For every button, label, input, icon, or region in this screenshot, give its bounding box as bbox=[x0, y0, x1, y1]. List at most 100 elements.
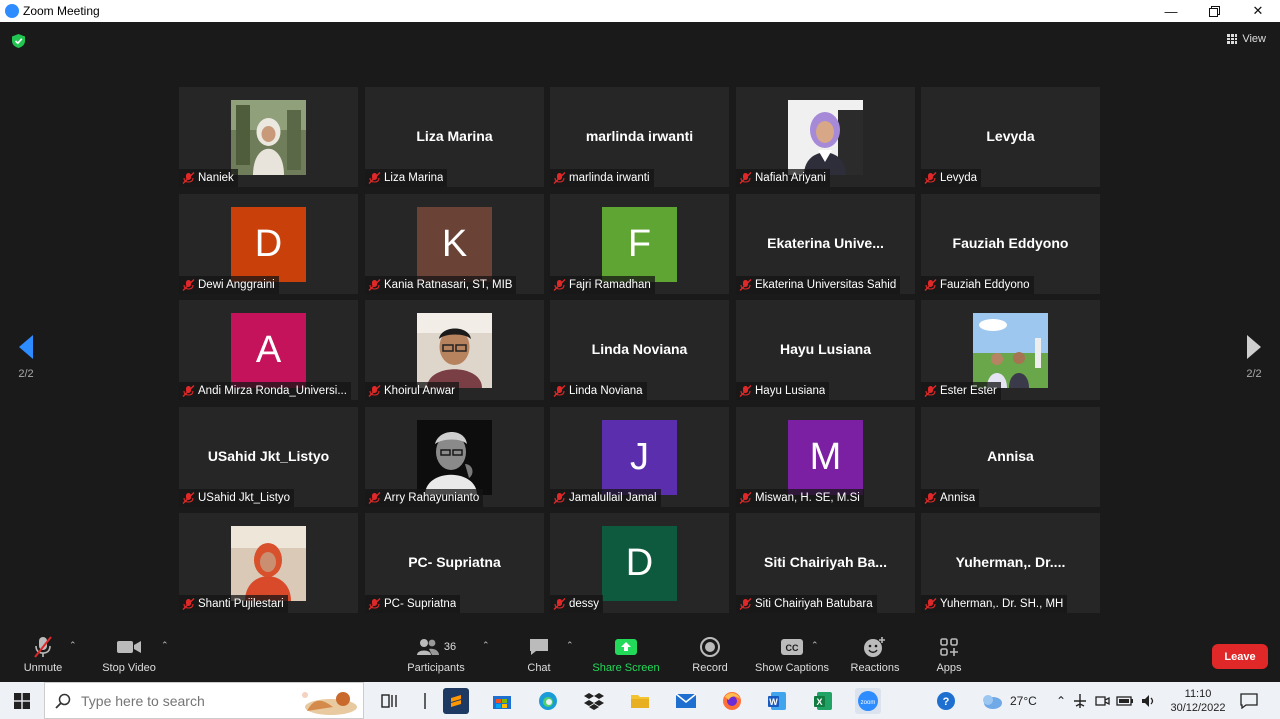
audio-options-caret[interactable]: ⌃ bbox=[69, 640, 77, 651]
volume-speaker-icon[interactable] bbox=[1140, 693, 1156, 709]
participant-name-label: Arry Rahayunianto bbox=[365, 489, 484, 507]
participant-name-label: Ester Ester bbox=[921, 382, 1001, 400]
unmute-button[interactable]: Unmute bbox=[20, 634, 66, 680]
participant-name: Miswan, H. SE, M.Si bbox=[755, 492, 860, 504]
taskbar-search-box[interactable] bbox=[44, 682, 364, 719]
dropbox-icon[interactable] bbox=[581, 688, 607, 714]
microsoft-excel-icon[interactable]: X bbox=[810, 688, 836, 714]
record-button[interactable]: Record bbox=[690, 634, 730, 680]
participant-name-label: Shanti Pujilestari bbox=[179, 595, 288, 613]
clock[interactable]: 11:10 30/12/2022 bbox=[1166, 682, 1230, 719]
captions-options-caret[interactable]: ⌃ bbox=[811, 640, 819, 651]
participant-video-photo bbox=[973, 313, 1048, 388]
zoom-taskbar-icon[interactable]: zoom bbox=[855, 688, 881, 714]
weather-cloud-icon[interactable] bbox=[980, 692, 1004, 710]
participant-name-label: USahid Jkt_Listyo bbox=[179, 489, 295, 507]
participant-tile[interactable]: Yuherman,. Dr.... Yuherman,. Dr. SH., MH bbox=[921, 513, 1100, 613]
view-button[interactable]: View bbox=[1227, 33, 1266, 45]
participants-button[interactable]: 36 Participants bbox=[405, 634, 467, 680]
minimize-button[interactable]: — bbox=[1149, 0, 1193, 22]
participant-tile[interactable]: Khoirul Anwar bbox=[365, 300, 544, 400]
participant-display-name: Yuherman,. Dr.... bbox=[955, 554, 1066, 570]
participant-tile[interactable]: Ekaterina Unive... Ekaterina Universitas … bbox=[736, 194, 915, 294]
participant-tile[interactable]: Naniek bbox=[179, 87, 358, 187]
participant-tile[interactable]: Levyda Levyda bbox=[921, 87, 1100, 187]
participant-name: Linda Noviana bbox=[569, 385, 643, 397]
stop-video-button[interactable]: Stop Video bbox=[100, 634, 158, 680]
participant-tile[interactable]: D Dewi Anggraini bbox=[179, 194, 358, 294]
windows-start-button[interactable] bbox=[0, 682, 44, 719]
window-titlebar: Zoom Meeting — ✕ bbox=[0, 0, 1280, 22]
apps-label: Apps bbox=[936, 662, 962, 674]
muted-microphone-icon bbox=[368, 279, 381, 291]
participant-tile[interactable]: K Kania Ratnasari, ST, MIB bbox=[365, 194, 544, 294]
participant-tile[interactable]: PC- Supriatna PC- Supriatna bbox=[365, 513, 544, 613]
participant-tile[interactable]: marlinda irwanti marlinda irwanti bbox=[550, 87, 729, 187]
mail-icon[interactable] bbox=[673, 688, 699, 714]
encryption-shield-icon[interactable] bbox=[12, 34, 25, 48]
restore-button[interactable] bbox=[1192, 0, 1236, 22]
participant-tile[interactable]: Linda Noviana Linda Noviana bbox=[550, 300, 729, 400]
chat-button[interactable]: Chat bbox=[524, 634, 554, 680]
show-hidden-icons-chevron-icon[interactable]: ⌃ bbox=[1056, 694, 1066, 708]
notifications-button[interactable] bbox=[1240, 682, 1258, 719]
participant-tile[interactable]: Annisa Annisa bbox=[921, 407, 1100, 507]
participant-tile[interactable]: USahid Jkt_Listyo USahid Jkt_Listyo bbox=[179, 407, 358, 507]
participants-count: 36 bbox=[443, 641, 457, 653]
search-input[interactable] bbox=[81, 692, 281, 709]
participant-tile[interactable]: Nafiah Ariyani bbox=[736, 87, 915, 187]
muted-microphone-icon bbox=[553, 172, 566, 184]
close-button[interactable]: ✕ bbox=[1236, 0, 1280, 22]
participant-tile[interactable]: Ddessy bbox=[550, 513, 729, 613]
share-screen-button[interactable]: Share Screen bbox=[591, 634, 661, 680]
chat-options-caret[interactable]: ⌃ bbox=[566, 640, 574, 651]
participant-name: USahid Jkt_Listyo bbox=[198, 492, 291, 504]
share-screen-label: Share Screen bbox=[592, 662, 660, 674]
participant-tile[interactable]: Siti Chairiyah Ba... Siti Chairiyah Batub… bbox=[736, 513, 915, 613]
meet-now-icon[interactable] bbox=[1094, 693, 1110, 709]
reactions-button[interactable]: Reactions bbox=[848, 634, 902, 680]
participant-name: Siti Chairiyah Batubara bbox=[755, 598, 873, 610]
next-page-button[interactable]: 2/2 bbox=[1228, 312, 1280, 402]
participant-name: Fajri Ramadhan bbox=[569, 279, 651, 291]
microsoft-word-icon[interactable]: W bbox=[764, 688, 790, 714]
closed-captions-icon: CC bbox=[781, 639, 803, 655]
microsoft-store-icon[interactable] bbox=[489, 688, 515, 714]
search-icon bbox=[55, 693, 71, 709]
firefox-icon[interactable] bbox=[719, 688, 745, 714]
participant-tile[interactable]: F Fajri Ramadhan bbox=[550, 194, 729, 294]
muted-microphone-icon bbox=[368, 385, 381, 397]
app-sublime-icon[interactable] bbox=[443, 688, 469, 714]
leave-button[interactable]: Leave bbox=[1212, 644, 1268, 669]
share-screen-icon bbox=[615, 639, 637, 655]
participant-tile[interactable]: J Jamalullail Jamal bbox=[550, 407, 729, 507]
participant-tile[interactable]: Fauziah Eddyono Fauziah Eddyono bbox=[921, 194, 1100, 294]
svg-text:X: X bbox=[816, 697, 822, 707]
battery-icon[interactable] bbox=[1116, 694, 1134, 708]
video-options-caret[interactable]: ⌃ bbox=[161, 640, 169, 651]
temperature-text[interactable]: 27°C bbox=[1010, 694, 1037, 708]
edge-browser-icon[interactable] bbox=[535, 688, 561, 714]
show-captions-button[interactable]: CC Show Captions bbox=[752, 634, 832, 680]
participants-options-caret[interactable]: ⌃ bbox=[482, 640, 490, 651]
participant-tile[interactable]: A Andi Mirza Ronda_Universi... bbox=[179, 300, 358, 400]
apps-button[interactable]: Apps bbox=[932, 634, 966, 680]
task-view-icon[interactable] bbox=[377, 688, 403, 714]
page-indicator-right: 2/2 bbox=[1246, 368, 1262, 380]
network-airplane-icon[interactable] bbox=[1072, 693, 1088, 709]
participant-tile[interactable]: Hayu Lusiana Hayu Lusiana bbox=[736, 300, 915, 400]
svg-text:CC: CC bbox=[786, 643, 799, 653]
participant-tile[interactable]: Liza Marina Liza Marina bbox=[365, 87, 544, 187]
unmute-label: Unmute bbox=[23, 662, 63, 674]
file-explorer-icon[interactable] bbox=[627, 688, 653, 714]
participant-name-label: Annisa bbox=[921, 489, 980, 507]
participant-tile[interactable]: Arry Rahayunianto bbox=[365, 407, 544, 507]
participant-tile[interactable]: Ester Ester bbox=[921, 300, 1100, 400]
video-camera-icon bbox=[117, 641, 141, 653]
previous-page-button[interactable]: 2/2 bbox=[0, 312, 52, 402]
participant-tile[interactable]: M Miswan, H. SE, M.Si bbox=[736, 407, 915, 507]
chat-bubble-icon bbox=[530, 639, 548, 655]
participant-tile[interactable]: Shanti Pujilestari bbox=[179, 513, 358, 613]
participant-name-label: marlinda irwanti bbox=[550, 169, 654, 187]
help-icon[interactable]: ? bbox=[936, 691, 956, 711]
